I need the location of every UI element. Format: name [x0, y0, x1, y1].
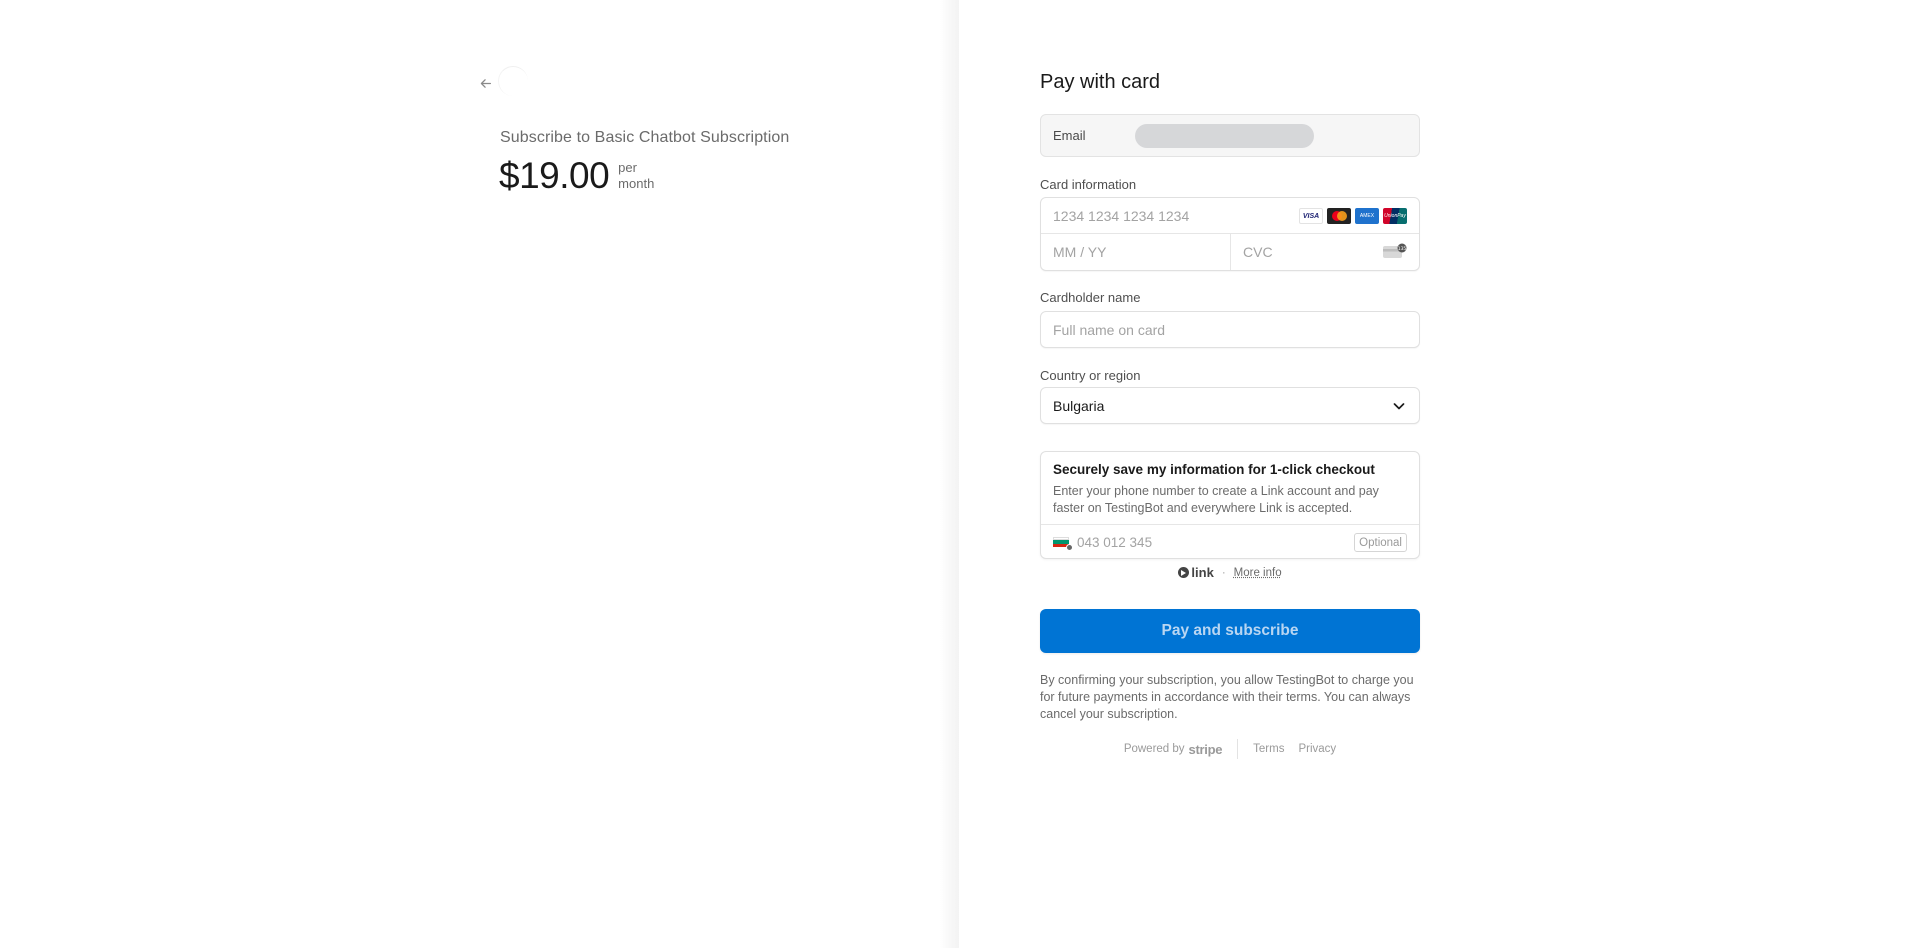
stripe-logo: stripe — [1189, 742, 1223, 757]
amex-icon: AMEX — [1355, 208, 1379, 224]
cardholder-name-label: Cardholder name — [1040, 290, 1140, 305]
footer-divider — [1237, 739, 1238, 759]
pane-divider — [940, 0, 959, 948]
link-description: Enter your phone number to create a Link… — [1053, 483, 1409, 517]
email-value-redacted — [1135, 124, 1314, 148]
chevron-down-icon — [1393, 401, 1405, 411]
cardholder-name-input[interactable]: Full name on card — [1040, 311, 1420, 348]
terms-link[interactable]: Terms — [1253, 743, 1284, 755]
link-footer-separator: · — [1222, 567, 1226, 579]
product-name: Subscribe to Basic Chatbot Subscription — [500, 129, 789, 147]
bulgaria-flag-icon[interactable] — [1053, 537, 1069, 548]
privacy-link[interactable]: Privacy — [1298, 743, 1336, 755]
more-info-link[interactable]: More info — [1234, 567, 1282, 579]
arrow-left-icon — [479, 77, 492, 90]
price-interval-month: month — [618, 176, 654, 192]
card-brands: VISA AMEX UnionPay — [1299, 208, 1407, 224]
email-label: Email — [1053, 128, 1135, 143]
price-interval: per month — [618, 160, 654, 192]
link-footer: link · More info — [1040, 565, 1420, 580]
card-information-group: 1234 1234 1234 1234 VISA AMEX UnionPay M… — [1040, 197, 1420, 271]
optional-badge: Optional — [1354, 533, 1407, 552]
pay-and-subscribe-button[interactable]: Pay and subscribe — [1040, 609, 1420, 653]
card-number-placeholder: 1234 1234 1234 1234 — [1053, 208, 1189, 224]
form-title: Pay with card — [1040, 71, 1160, 94]
email-field[interactable]: Email — [1040, 114, 1420, 157]
country-select[interactable]: Bulgaria — [1040, 387, 1420, 424]
card-expiry-input[interactable]: MM / YY — [1041, 234, 1231, 270]
back-button[interactable] — [474, 72, 496, 94]
merchant-logo-placeholder — [498, 66, 528, 96]
unionpay-icon: UnionPay — [1383, 208, 1407, 224]
subscription-terms-text: By confirming your subscription, you all… — [1040, 672, 1420, 723]
flag-dropdown-icon — [1066, 544, 1073, 551]
price-interval-per: per — [618, 160, 654, 176]
link-logo: link — [1178, 565, 1213, 580]
country-value: Bulgaria — [1053, 398, 1104, 414]
powered-by-stripe[interactable]: Powered by stripe — [1124, 742, 1222, 757]
order-summary-pane: Subscribe to Basic Chatbot Subscription … — [0, 0, 940, 948]
price-row: $19.00 per month — [499, 154, 654, 198]
link-save-info-box: Securely save my information for 1-click… — [1040, 451, 1420, 559]
powered-by-text: Powered by — [1124, 743, 1185, 755]
visa-icon: VISA — [1299, 208, 1323, 224]
mastercard-icon — [1327, 208, 1351, 224]
phone-input[interactable]: 043 012 345 Optional — [1041, 525, 1419, 559]
price-amount: $19.00 — [499, 154, 609, 198]
link-title: Securely save my information for 1-click… — [1053, 462, 1375, 477]
stripe-footer: Powered by stripe Terms Privacy — [1040, 739, 1420, 759]
expiry-placeholder: MM / YY — [1053, 244, 1106, 260]
cvc-placeholder: CVC — [1243, 244, 1273, 260]
cardholder-name-placeholder: Full name on card — [1053, 322, 1165, 338]
link-arrow-icon — [1178, 567, 1189, 578]
card-second-row: MM / YY CVC 135 — [1041, 234, 1419, 270]
country-label: Country or region — [1040, 368, 1140, 383]
link-logo-text: link — [1191, 565, 1213, 580]
card-number-input[interactable]: 1234 1234 1234 1234 VISA AMEX UnionPay — [1041, 198, 1419, 234]
cvc-card-icon: 135 — [1383, 243, 1407, 259]
svg-text:135: 135 — [1398, 246, 1407, 252]
card-cvc-input[interactable]: CVC 135 — [1231, 234, 1419, 270]
phone-placeholder: 043 012 345 — [1077, 535, 1152, 550]
card-information-label: Card information — [1040, 177, 1136, 192]
